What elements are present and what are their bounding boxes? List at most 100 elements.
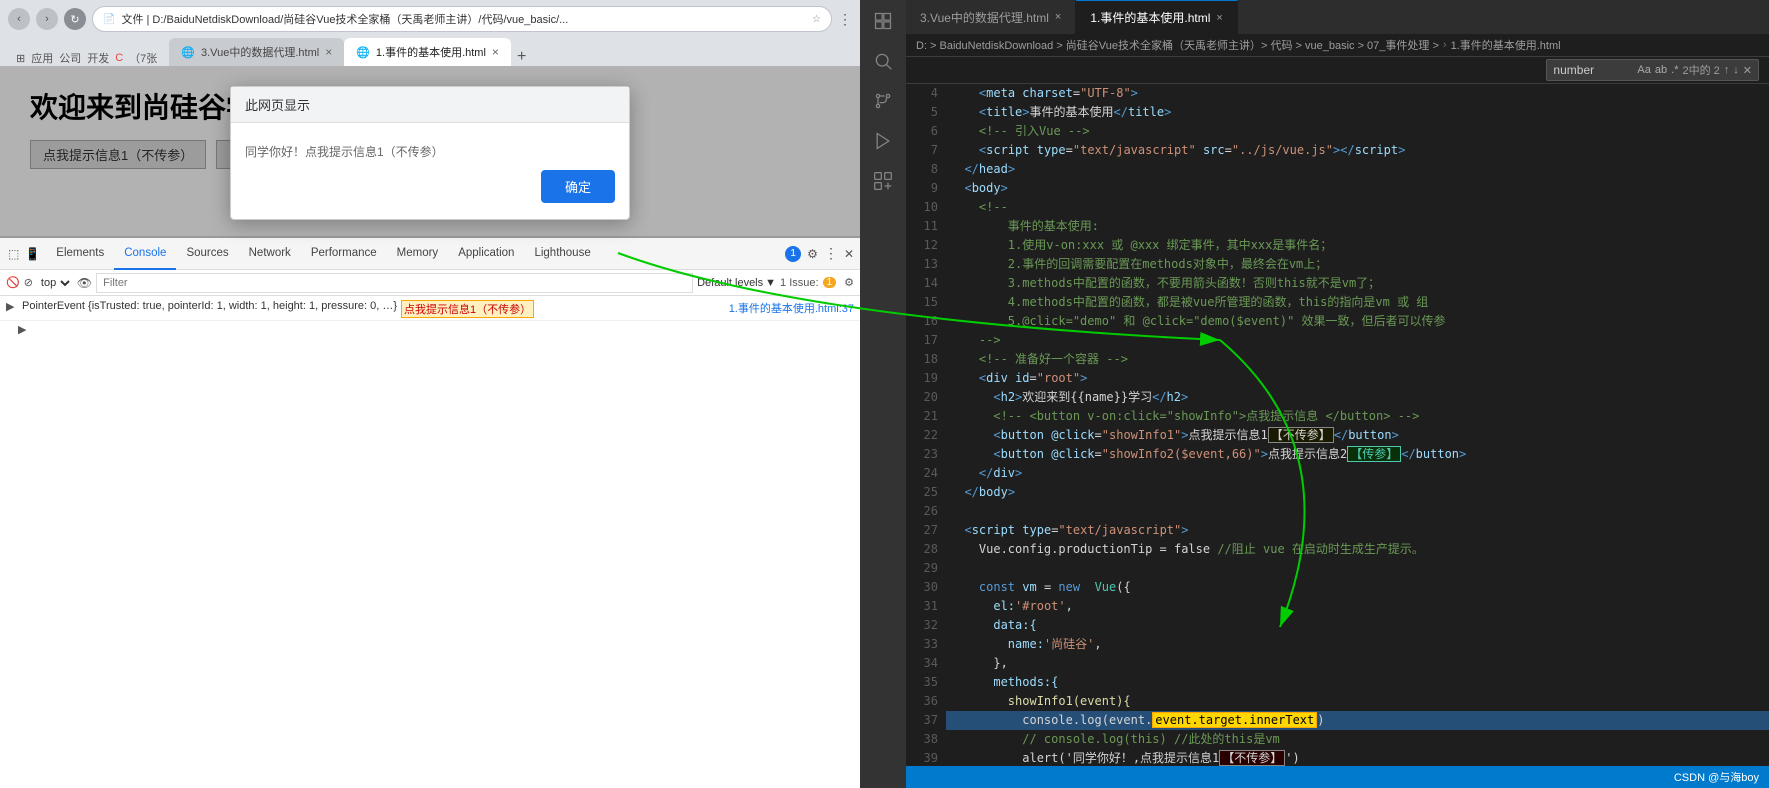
code-line-33: name:'尚硅谷', [946, 635, 1769, 654]
clear-console-icon[interactable]: 🚫 [6, 276, 20, 289]
browser-nav: ‹ › ↻ 📄 文件 | D:/BaiduNetdiskDownload/尚硅谷… [8, 6, 852, 32]
tab-close-icon[interactable]: × [325, 45, 332, 59]
code-line-18: <!-- 准备好一个容器 --> [946, 350, 1769, 369]
code-line-27: <script type="text/javascript"> [946, 521, 1769, 540]
code-line-26 [946, 502, 1769, 521]
device-icon[interactable]: 📱 [23, 245, 42, 263]
console-output: ▶ PointerEvent {isTrusted: true, pointer… [0, 296, 860, 788]
code-line-17: --> [946, 331, 1769, 350]
settings-icon[interactable]: ⚙ [844, 276, 854, 289]
devtools-settings-icon[interactable]: ⚙ [807, 247, 818, 261]
tab-3vue[interactable]: 🌐 3.Vue中的数据代理.html × [169, 38, 344, 66]
dialog-ok-button[interactable]: 确定 [541, 170, 615, 203]
code-line-12: 1.使用v-on:xxx 或 @xxx 绑定事件，其中xxx是事件名； [946, 236, 1769, 255]
back-button[interactable]: ‹ [8, 8, 30, 30]
sidebar-debug-icon[interactable] [866, 124, 900, 158]
tab-lighthouse[interactable]: Lighthouse [524, 238, 600, 270]
code-line-7: <script type="text/javascript" src="../j… [946, 141, 1769, 160]
tab-elements[interactable]: Elements [46, 238, 114, 270]
regex-icon[interactable]: .* [1671, 64, 1678, 76]
code-line-32: data:{ [946, 616, 1769, 635]
filter-input[interactable] [96, 273, 693, 293]
devtools-close-icon[interactable]: ✕ [844, 247, 854, 261]
case-sensitive-icon[interactable]: Aa [1637, 64, 1650, 76]
whole-word-icon[interactable]: ab [1655, 64, 1667, 76]
tab-memory[interactable]: Memory [387, 238, 449, 270]
lock-icon: 📄 [103, 14, 115, 25]
vscode-tab-3vue[interactable]: 3.Vue中的数据代理.html × [906, 0, 1076, 34]
vscode-tab-close-active-icon[interactable]: × [1216, 12, 1222, 24]
code-line-4: <meta charset="UTF-8"> [946, 84, 1769, 103]
tab-application[interactable]: Application [448, 238, 524, 270]
browser-content-wrapper: 欢迎来到尚硅谷学习 点我提示信息1（不传参） 点我提示信... 此网页显示 同学… [0, 66, 860, 788]
code-editor[interactable]: 4 5 6 7 8 9 10 11 12 13 14 15 16 17 18 1… [906, 84, 1769, 766]
code-line-25: </body> [946, 483, 1769, 502]
code-line-38: // console.log(this) //此处的this是vm [946, 730, 1769, 749]
code-line-13: 2.事件的回调需要配置在methods对象中，最终会在vm上； [946, 255, 1769, 274]
eye-icon[interactable]: 👁 [77, 276, 92, 290]
prev-match-icon[interactable]: ↑ [1724, 64, 1730, 77]
vscode-tab-close-icon[interactable]: × [1055, 11, 1061, 23]
sidebar-search-icon[interactable] [866, 44, 900, 78]
inspect-icon[interactable]: ⬚ [6, 245, 21, 263]
expand-arrow[interactable]: ▶ [18, 324, 26, 336]
tab-performance[interactable]: Performance [301, 238, 387, 270]
code-line-39: alert('同学你好！,点我提示信息1【不传参】') [946, 749, 1769, 766]
tab-sources[interactable]: Sources [176, 238, 238, 270]
sidebar-git-icon[interactable] [866, 84, 900, 118]
search-count: 2中的 2 [1682, 62, 1719, 78]
code-line-31: el:'#root', [946, 597, 1769, 616]
filter-icon[interactable]: ⊘ [24, 276, 33, 289]
context-select[interactable]: top [37, 276, 73, 290]
devtools-controls: ⬚ 📱 [6, 245, 42, 263]
vscode-statusbar: CSDN @与海boy [906, 766, 1769, 788]
code-line-9: <body> [946, 179, 1769, 198]
dialog-overlay: 此网页显示 同学你好！点我提示信息1（不传参） 确定 [0, 66, 860, 236]
new-tab-button[interactable]: + [511, 48, 532, 66]
code-line-8: </head> [946, 160, 1769, 179]
sidebar-extensions-icon[interactable] [866, 164, 900, 198]
devtools-section: ⬚ 📱 Elements Console Sources Network Per… [0, 236, 860, 788]
devtools-menu-icon[interactable]: ⋮ [824, 245, 838, 262]
vscode-right: 3.Vue中的数据代理.html × 1.事件的基本使用.html × D: >… [906, 0, 1769, 788]
code-line-11: 事件的基本使用: [946, 217, 1769, 236]
apps-label: ⊞ 应用 公司 开发 C （7张 [8, 50, 165, 66]
tab-network[interactable]: Network [239, 238, 301, 270]
search-nav: ↑ ↓ ✕ [1724, 64, 1752, 77]
code-lines: <meta charset="UTF-8"> <title>事件的基本使用</t… [946, 84, 1769, 766]
apps-icon: ⊞ [16, 52, 25, 65]
tab-favicon: 🌐 [181, 46, 195, 59]
close-search-icon[interactable]: ✕ [1743, 64, 1752, 77]
dialog-site-label: 同学你好！点我提示信息1（不传参） [245, 143, 615, 160]
tab-1event[interactable]: 🌐 1.事件的基本使用.html × [344, 38, 511, 66]
tab-close-active-icon[interactable]: × [492, 45, 499, 59]
dialog-box: 此网页显示 同学你好！点我提示信息1（不传参） 确定 [230, 86, 630, 220]
sidebar-explorer-icon[interactable] [866, 4, 900, 38]
dialog-header: 此网页显示 [231, 87, 629, 123]
search-input[interactable] [1553, 63, 1633, 77]
vscode-tab-1event[interactable]: 1.事件的基本使用.html × [1076, 0, 1237, 34]
console-badge: 1 [785, 246, 801, 262]
forward-button[interactable]: › [36, 8, 58, 30]
statusbar-text: CSDN @与海boy [1674, 769, 1759, 785]
extensions-icon[interactable]: ⋮ [838, 11, 852, 28]
issues-label: 1 Issue: [780, 277, 819, 289]
tab-favicon-active: 🌐 [356, 46, 370, 59]
code-line-16: 5.@click="demo" 和 @click="demo($event)" … [946, 312, 1769, 331]
default-levels-button[interactable]: Default levels ▼ [697, 277, 776, 289]
search-widget[interactable]: Aa ab .* 2中的 2 ↑ ↓ ✕ [1546, 59, 1759, 81]
bookmark-icon: ☆ [812, 14, 821, 25]
devtools-tabs: ⬚ 📱 Elements Console Sources Network Per… [0, 238, 860, 270]
code-line-34: }, [946, 654, 1769, 673]
code-line-5: <title>事件的基本使用</title> [946, 103, 1769, 122]
webpage-section: 欢迎来到尚硅谷学习 点我提示信息1（不传参） 点我提示信... 此网页显示 同学… [0, 66, 860, 236]
address-bar[interactable]: 📄 文件 | D:/BaiduNetdiskDownload/尚硅谷Vue技术全… [92, 6, 832, 32]
code-line-15: 4.methods中配置的函数，都是被vue所管理的函数，this的指向是vm … [946, 293, 1769, 312]
next-match-icon[interactable]: ↓ [1733, 64, 1739, 77]
tab-console[interactable]: Console [114, 238, 176, 270]
console-entry: ▶ PointerEvent {isTrusted: true, pointer… [0, 298, 860, 321]
vscode-breadcrumb: D: > BaiduNetdiskDownload > 尚硅谷Vue技术全家桶（… [906, 34, 1769, 57]
reload-button[interactable]: ↻ [64, 8, 86, 30]
expand-icon[interactable]: ▶ [6, 300, 18, 313]
console-source-link[interactable]: 1.事件的基本使用.html:37 [729, 300, 854, 316]
